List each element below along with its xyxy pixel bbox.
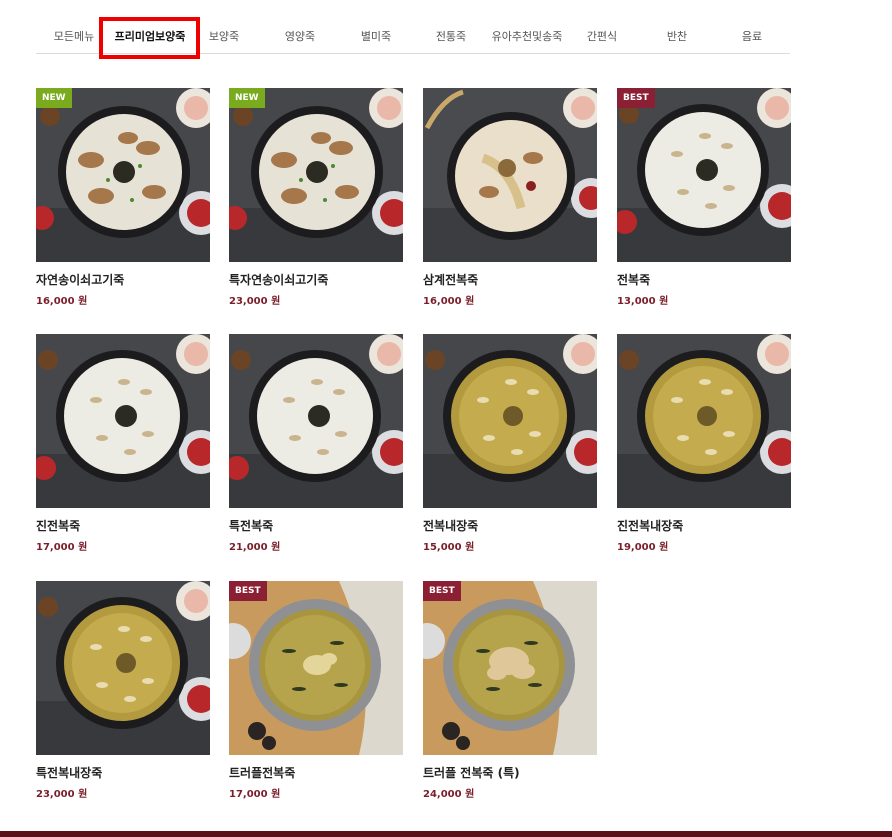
product-image[interactable]: BEST [617,88,791,262]
product-price: 16,000 원 [423,296,475,307]
porridge-photo [229,334,403,508]
tab-baby-recommended[interactable]: 유아추천및송죽 [489,18,565,54]
tab-boyang-juk[interactable]: 보양죽 [186,18,262,54]
product-image[interactable]: NEW [229,88,403,262]
product-badge: BEST [229,581,267,601]
product-image[interactable] [229,334,403,508]
porridge-photo [617,88,791,262]
porridge-photo [617,334,791,508]
product-name[interactable]: 전복죽 [617,271,791,288]
product-image[interactable]: BEST [423,581,597,755]
product-card[interactable]: 진전복내장죽 19,000 원 [617,334,791,553]
tab-special-juk[interactable]: 별미죽 [338,18,414,54]
tab-beverage[interactable]: 음료 [714,18,790,54]
product-price: 17,000 원 [229,789,281,800]
product-price: 19,000 원 [617,542,669,553]
product-card[interactable]: NEW 자연송이쇠고기죽 16,000 원 [36,88,210,307]
product-price: 23,000 원 [229,296,281,307]
product-card[interactable]: 특전복죽 21,000 원 [229,334,403,553]
porridge-photo [36,334,210,508]
product-card[interactable]: NEW 특자연송이쇠고기죽 23,000 원 [229,88,403,307]
category-tab-bar: 모든메뉴 프리미엄보양죽 보양죽 영양죽 별미죽 전통죽 유아추천및송죽 간편식… [36,17,790,59]
product-image[interactable] [423,88,597,262]
product-card[interactable]: BEST 트러플전복죽 17,000 원 [229,581,403,800]
porridge-photo [423,88,597,262]
tab-all-menu[interactable]: 모든메뉴 [36,18,112,54]
porridge-photo [423,334,597,508]
tab-snack[interactable]: 간편식 [564,18,640,54]
porridge-photo [423,581,597,755]
product-card[interactable]: 특전복내장죽 23,000 원 [36,581,210,800]
product-price: 13,000 원 [617,296,669,307]
product-badge: NEW [36,88,72,108]
product-card[interactable]: 삼계전복죽 16,000 원 [423,88,597,307]
product-image[interactable] [423,334,597,508]
product-image[interactable] [617,334,791,508]
product-card[interactable]: 전복내장죽 15,000 원 [423,334,597,553]
porridge-photo [229,581,403,755]
product-image[interactable] [36,334,210,508]
product-name[interactable]: 진전복내장죽 [617,517,791,534]
product-price: 23,000 원 [36,789,88,800]
product-name[interactable]: 특전복내장죽 [36,764,210,781]
footer-bar [0,831,892,837]
product-card[interactable]: BEST 전복죽 13,000 원 [617,88,791,307]
product-name[interactable]: 자연송이쇠고기죽 [36,271,210,288]
porridge-photo [36,581,210,755]
product-price: 15,000 원 [423,542,475,553]
product-name[interactable]: 특자연송이쇠고기죽 [229,271,403,288]
product-card[interactable]: BEST 트러플 전복죽 (특) 24,000 원 [423,581,597,800]
porridge-photo [36,88,210,262]
tab-premium-boyang-juk[interactable]: 프리미엄보양죽 [110,18,190,54]
product-name[interactable]: 진전복죽 [36,517,210,534]
tab-nutrition-juk[interactable]: 영양죽 [262,18,338,54]
product-price: 17,000 원 [36,542,88,553]
product-badge: NEW [229,88,265,108]
product-badge: BEST [423,581,461,601]
product-name[interactable]: 삼계전복죽 [423,271,597,288]
product-image[interactable] [36,581,210,755]
product-name[interactable]: 트러플전복죽 [229,764,403,781]
product-name[interactable]: 트러플 전복죽 (특) [423,764,597,781]
product-name[interactable]: 특전복죽 [229,517,403,534]
product-price: 21,000 원 [229,542,281,553]
product-badge: BEST [617,88,655,108]
product-card[interactable]: 진전복죽 17,000 원 [36,334,210,553]
product-image[interactable]: BEST [229,581,403,755]
product-price: 16,000 원 [36,296,88,307]
tab-traditional-juk[interactable]: 전통죽 [413,18,489,54]
porridge-photo [229,88,403,262]
tab-side-dish[interactable]: 반찬 [639,18,715,54]
product-name[interactable]: 전복내장죽 [423,517,597,534]
product-price: 24,000 원 [423,789,475,800]
product-image[interactable]: NEW [36,88,210,262]
